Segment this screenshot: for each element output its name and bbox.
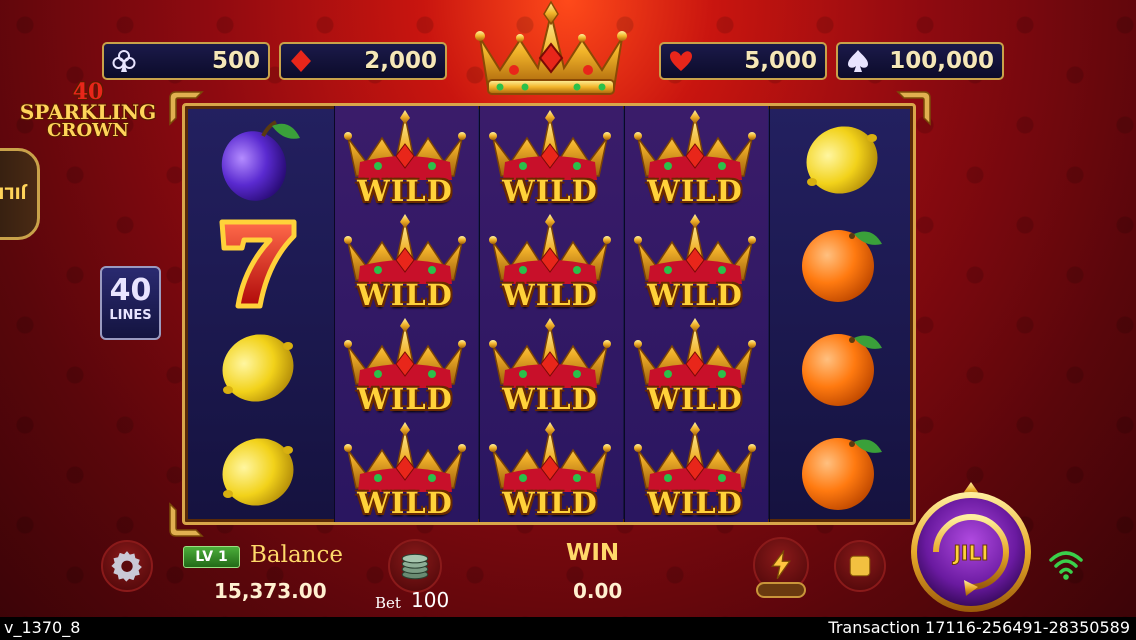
wild-symbol: WILD [340, 214, 470, 314]
game-logo: 40 SPARKLING CROWN [4, 81, 172, 140]
lemon-icon [792, 108, 892, 212]
orange-icon [792, 420, 892, 524]
crown-emblem-icon [475, 0, 627, 95]
wild-symbol: WILD [630, 422, 760, 522]
wild-label: WILD [647, 486, 743, 520]
spin-button-label: JILI [951, 541, 988, 565]
gear-icon [111, 551, 142, 582]
wild-label: WILD [647, 278, 743, 312]
status-bar: v_1370_8 Transaction 17116-256491-283505… [0, 617, 1136, 640]
reel-cell-wild: WILD [625, 420, 765, 524]
jackpot-spade-value: 100,000 [889, 48, 994, 74]
wild-label: WILD [357, 278, 453, 312]
wild-label: WILD [502, 382, 598, 416]
reel-cell-lemon [188, 420, 328, 524]
win-label: WIN [566, 540, 620, 566]
reel-cell-seven [188, 212, 328, 316]
reel-cell-orange [772, 316, 912, 420]
wild-label: WILD [647, 382, 743, 416]
frame-ornament-icon [169, 91, 204, 126]
wild-symbol: WILD [485, 318, 615, 418]
jackpot-diamond: 2,000 [279, 42, 447, 80]
jackpot-spade: 100,000 [836, 42, 1004, 80]
jackpot-heart: 5,000 [659, 42, 827, 80]
reel-cell-wild: WILD [625, 108, 765, 212]
bet-label: Bet [375, 594, 401, 612]
lines-label: LINES [109, 308, 152, 323]
wild-symbol: WILD [485, 214, 615, 314]
chip-stack-icon [401, 553, 429, 580]
reel-cell-orange [772, 212, 912, 316]
reel-cell-wild: WILD [480, 316, 620, 420]
plum-icon [208, 108, 308, 212]
reel-divider [769, 106, 770, 522]
turbo-indicator [756, 582, 806, 598]
win-value: 0.00 [573, 579, 623, 603]
jackpot-club-value: 500 [211, 48, 260, 74]
lightning-icon [771, 550, 791, 580]
reel-cell-wild: WILD [335, 212, 475, 316]
wifi-icon [1049, 551, 1083, 580]
jackpot-diamond-value: 2,000 [364, 48, 437, 74]
provider-side-tab[interactable]: JILI [0, 148, 40, 240]
reel-cell-wild: WILD [625, 212, 765, 316]
reel-cell-plum [188, 108, 328, 212]
lemon-icon [208, 316, 308, 420]
heart-icon [670, 51, 692, 71]
wild-label: WILD [357, 486, 453, 520]
lines-indicator: 40 LINES [100, 266, 161, 340]
wild-label: WILD [502, 486, 598, 520]
lemon-icon [208, 420, 308, 524]
wild-symbol: WILD [340, 422, 470, 522]
frame-ornament-icon [896, 91, 931, 126]
level-badge: LV 1 [183, 546, 240, 568]
orange-icon [792, 316, 892, 420]
wild-symbol: WILD [485, 110, 615, 210]
wild-label: WILD [357, 174, 453, 208]
seven-icon [208, 212, 308, 316]
balance-label: Balance [250, 542, 343, 568]
wild-symbol: WILD [340, 110, 470, 210]
wild-label: WILD [357, 382, 453, 416]
game-stage: 500 2,000 5,000 100,000 40 SPARKLING CRO… [0, 0, 1136, 640]
provider-side-tab-label: JILI [0, 183, 27, 203]
reel-cell-wild: WILD [335, 316, 475, 420]
logo-line2: CROWN [47, 120, 129, 141]
reel-frame: WILD WILD WILD WILD WILD WILD WILD WILD WILD WILD… [182, 103, 916, 525]
reel-cell-wild: WILD [480, 212, 620, 316]
reel-cell-wild: WILD [625, 316, 765, 420]
settings-button[interactable] [101, 540, 153, 592]
wild-symbol: WILD [340, 318, 470, 418]
wild-label: WILD [502, 278, 598, 312]
reel-cell-lemon [772, 108, 912, 212]
jackpot-heart-value: 5,000 [744, 48, 817, 74]
bet-value: 100 [411, 588, 450, 612]
club-icon [112, 50, 136, 72]
reel-cell-wild: WILD [480, 108, 620, 212]
stop-button[interactable] [834, 540, 886, 592]
lines-count: 40 [109, 273, 152, 308]
wild-label: WILD [502, 174, 598, 208]
reel-cell-wild: WILD [335, 420, 475, 524]
wild-label: WILD [647, 174, 743, 208]
reel-cell-lemon [188, 316, 328, 420]
transaction-label: Transaction 17116-256491-28350589 [828, 618, 1130, 637]
reel-cell-wild: WILD [335, 108, 475, 212]
wild-symbol: WILD [485, 422, 615, 522]
wild-symbol: WILD [630, 214, 760, 314]
version-label: v_1370_8 [4, 618, 81, 637]
jackpot-club: 500 [102, 42, 270, 80]
spin-button[interactable]: JILI [906, 480, 1036, 612]
spade-icon [848, 50, 868, 72]
reel-cell-wild: WILD [480, 420, 620, 524]
bet-button[interactable] [388, 539, 442, 593]
wild-symbol: WILD [630, 110, 760, 210]
wild-symbol: WILD [630, 318, 760, 418]
diamond-icon [291, 50, 311, 72]
stop-icon [849, 555, 871, 577]
balance-value: 15,373.00 [214, 579, 327, 603]
orange-icon [792, 212, 892, 316]
reel-cell-orange [772, 420, 912, 524]
